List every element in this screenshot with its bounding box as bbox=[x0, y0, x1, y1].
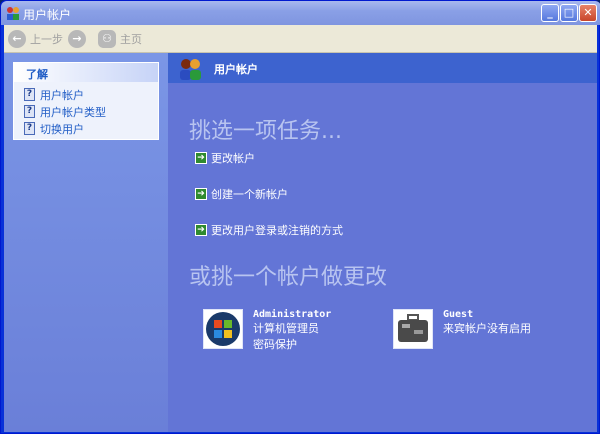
home-button[interactable]: ⚇ 主页 bbox=[98, 29, 142, 49]
green-arrow-icon: ➔ bbox=[195, 152, 207, 164]
main-panel: 用户帐户 挑选一项任务... ➔ 更改帐户 ➔ 创建一个新帐户 ➔ 更改用户登录或注销… bbox=[168, 53, 597, 432]
users-icon bbox=[7, 7, 19, 20]
task-create-account[interactable]: ➔ 创建一个新帐户 bbox=[195, 186, 288, 202]
back-label: 上一步 bbox=[30, 33, 63, 46]
account-name: Administrator bbox=[253, 309, 332, 320]
user-accounts-window: 用户帐户 _ □ ✕ ← 上一步 → ⚇ 主页 了解 ? 用户帐户 ? 用户帐户类型 ?… bbox=[0, 0, 600, 434]
banner-title: 用户帐户 bbox=[214, 63, 258, 76]
sidebar-item-label: 切换用户 bbox=[40, 122, 84, 136]
panel-header: 了解 bbox=[14, 63, 158, 82]
close-button[interactable]: ✕ bbox=[579, 4, 597, 22]
toolbar: ← 上一步 → ⚇ 主页 bbox=[4, 25, 597, 53]
task-change-logon[interactable]: ➔ 更改用户登录或注销的方式 bbox=[195, 222, 343, 238]
windows-logo-icon bbox=[203, 309, 243, 349]
banner: 用户帐户 bbox=[168, 53, 597, 83]
forward-button[interactable]: → bbox=[68, 29, 90, 49]
home-users-icon: ⚇ bbox=[98, 30, 116, 48]
back-arrow-icon: ← bbox=[8, 30, 26, 48]
window-title: 用户帐户 bbox=[23, 8, 72, 22]
pick-account-heading: 或挑一个帐户做更改 bbox=[189, 265, 388, 290]
users-icon bbox=[180, 59, 201, 80]
task-change-account[interactable]: ➔ 更改帐户 bbox=[195, 150, 255, 166]
sidebar-item-switch-user[interactable]: ? 切换用户 bbox=[14, 120, 158, 137]
help-icon: ? bbox=[24, 122, 35, 135]
account-type: 计算机管理员 bbox=[253, 322, 319, 335]
account-guest[interactable]: Guest 来宾帐户没有启用 bbox=[393, 309, 531, 349]
green-arrow-icon: ➔ bbox=[195, 224, 207, 236]
maximize-button[interactable]: □ bbox=[560, 4, 578, 22]
task-label: 创建一个新帐户 bbox=[211, 188, 288, 201]
sidebar-item-account-types[interactable]: ? 用户帐户类型 bbox=[14, 103, 158, 120]
sidebar-item-user-accounts[interactable]: ? 用户帐户 bbox=[14, 86, 158, 103]
account-status: 密码保护 bbox=[253, 338, 297, 351]
task-label: 更改帐户 bbox=[211, 152, 255, 165]
account-administrator[interactable]: Administrator 计算机管理员 密码保护 bbox=[203, 309, 331, 352]
minimize-button[interactable]: _ bbox=[541, 4, 559, 22]
title-bar[interactable]: 用户帐户 _ □ ✕ bbox=[1, 1, 600, 25]
learn-about-panel: 了解 ? 用户帐户 ? 用户帐户类型 ? 切换用户 bbox=[13, 62, 159, 140]
green-arrow-icon: ➔ bbox=[195, 188, 207, 200]
account-status: 来宾帐户没有启用 bbox=[443, 322, 531, 335]
help-icon: ? bbox=[24, 105, 35, 118]
sidebar-item-label: 用户帐户类型 bbox=[40, 105, 106, 119]
task-label: 更改用户登录或注销的方式 bbox=[211, 224, 343, 237]
back-button[interactable]: ← 上一步 bbox=[8, 29, 63, 49]
help-icon: ? bbox=[24, 88, 35, 101]
pick-task-heading: 挑选一项任务... bbox=[189, 119, 342, 144]
sidebar-item-label: 用户帐户 bbox=[40, 88, 84, 102]
forward-arrow-icon: → bbox=[68, 30, 86, 48]
suitcase-icon bbox=[393, 309, 433, 349]
sidebar: 了解 ? 用户帐户 ? 用户帐户类型 ? 切换用户 bbox=[4, 53, 168, 432]
home-label: 主页 bbox=[120, 33, 142, 46]
account-name: Guest bbox=[443, 309, 474, 320]
